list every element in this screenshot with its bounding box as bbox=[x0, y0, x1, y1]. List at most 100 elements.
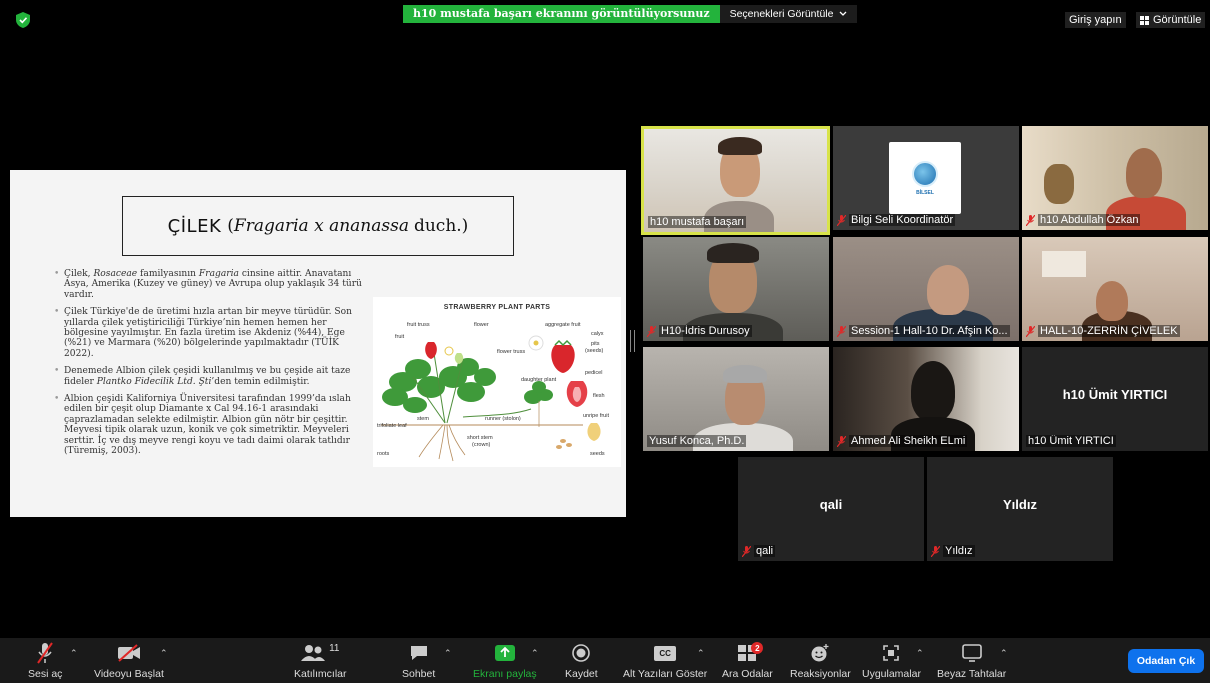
record-label: Kaydet bbox=[565, 668, 598, 680]
participant-center-name: Yıldız bbox=[1003, 497, 1037, 512]
bullet-albion-seedlings: Denemede Albion çilek çeşidi kullanılmış… bbox=[54, 366, 370, 387]
participants-button[interactable]: 11 Katılımcılar bbox=[294, 640, 347, 681]
whiteboards-button[interactable]: Beyaz Tahtalar bbox=[937, 640, 1006, 680]
label-unripe-fruit: unripe fruit bbox=[583, 413, 609, 419]
slide-title: ÇİLEK ( Fragaria x ananassa duch.) bbox=[122, 196, 514, 256]
mic-muted-icon bbox=[837, 325, 846, 337]
label-pedicel: pedicel bbox=[585, 370, 603, 376]
shared-screen-slide: ÇİLEK ( Fragaria x ananassa duch.) Çilek… bbox=[10, 170, 626, 517]
video-off-icon bbox=[117, 644, 140, 662]
security-shield-icon[interactable] bbox=[16, 12, 30, 28]
bilsel-logo: BİLSEL bbox=[889, 142, 961, 214]
video-tile-participant-11[interactable]: Yıldız Yıldız bbox=[927, 457, 1113, 561]
label-fruit: fruit bbox=[395, 334, 405, 340]
mic-muted-icon bbox=[1026, 325, 1035, 337]
start-video-label: Videoyu Başlat bbox=[94, 668, 164, 680]
share-screen-label: Ekranı paylaş bbox=[473, 668, 537, 680]
participant-center-name: qali bbox=[819, 497, 843, 512]
participant-name-label: qali bbox=[742, 545, 776, 557]
label-stem: stem bbox=[417, 416, 429, 422]
mic-muted-icon bbox=[837, 435, 846, 447]
show-captions-label: Alt Yazıları Göster bbox=[623, 668, 708, 680]
label-calyx: calyx bbox=[591, 331, 604, 337]
chat-options-chevron-icon[interactable]: ⌃ bbox=[444, 648, 452, 659]
record-icon bbox=[572, 644, 591, 662]
label-short-stem: short stem bbox=[467, 435, 493, 441]
share-screen-icon bbox=[494, 645, 515, 661]
record-button[interactable]: Kaydet bbox=[565, 640, 598, 680]
participant-name-label: h10 mustafa başarı bbox=[648, 216, 747, 228]
screen-share-banner: h10 mustafa başarı ekranını görüntülüyor… bbox=[403, 5, 858, 23]
slide-bullets: Çilek, Rosaceae familyasının Fragaria ci… bbox=[54, 269, 370, 464]
label-seeds: seeds bbox=[590, 451, 605, 457]
split-view-resize-handle[interactable] bbox=[630, 330, 635, 352]
participants-label: Katılımcılar bbox=[294, 668, 347, 680]
sign-in-button[interactable]: Giriş yapın bbox=[1065, 12, 1126, 28]
participant-name-label: Yusuf Konca, Ph.D. bbox=[647, 435, 747, 447]
audio-options-chevron-icon[interactable]: ⌃ bbox=[70, 648, 78, 659]
video-options-chevron-icon[interactable]: ⌃ bbox=[160, 648, 168, 659]
breakout-rooms-label: Ara Odalar bbox=[722, 668, 773, 680]
video-tile-participant-2[interactable]: BİLSEL Bilgi Seli Koordinatör bbox=[833, 126, 1019, 230]
share-banner-text: h10 mustafa başarı ekranını görüntülüyor… bbox=[403, 5, 720, 23]
label-runner: runner (stolon) bbox=[485, 416, 521, 422]
video-tile-participant-5[interactable]: Session-1 Hall-10 Dr. Afşin Ko... bbox=[833, 237, 1019, 341]
video-tile-participant-8[interactable]: Ahmed Ali Sheikh ELmi bbox=[833, 347, 1019, 451]
participants-icon bbox=[301, 645, 326, 661]
chat-label: Sohbet bbox=[402, 668, 436, 680]
reactions-label: Reaksiyonlar bbox=[790, 668, 851, 680]
strawberry-plant-diagram: STRAWBERRY PLANT PARTS fruit truss flowe… bbox=[373, 297, 621, 467]
view-button[interactable]: Görüntüle bbox=[1136, 12, 1206, 28]
apps-icon bbox=[883, 645, 900, 661]
breakout-rooms-button[interactable]: 2 Ara Odalar bbox=[722, 640, 773, 680]
share-screen-button[interactable]: Ekranı paylaş bbox=[473, 640, 537, 680]
reactions-button[interactable]: Reaksiyonlar bbox=[790, 640, 851, 680]
apps-button[interactable]: Uygulamalar bbox=[862, 640, 921, 680]
participant-name-label: H10-İdris Durusoy bbox=[647, 325, 752, 337]
start-video-button[interactable]: Videoyu Başlat bbox=[94, 640, 164, 680]
label-daughter-plant: daughter plant bbox=[521, 377, 557, 383]
view-options-button[interactable]: Seçenekleri Görüntüle bbox=[719, 5, 858, 23]
leave-meeting-button[interactable]: Odadan Çık bbox=[1128, 649, 1204, 673]
meeting-toolbar: Sesi aç ⌃ Videoyu Başlat ⌃ 11 Katılımcıl… bbox=[0, 638, 1210, 683]
slide-title-word: ÇİLEK bbox=[167, 215, 222, 237]
participant-name-label: h10 Ümit YIRTICI bbox=[1026, 435, 1116, 447]
unmute-button[interactable]: Sesi aç bbox=[28, 640, 62, 680]
captions-options-chevron-icon[interactable]: ⌃ bbox=[697, 648, 705, 659]
video-tile-participant-10[interactable]: qali qali bbox=[738, 457, 924, 561]
closed-captions-icon: CC bbox=[654, 645, 677, 661]
bullet-origin: Çilek, Rosaceae familyasının Fragaria ci… bbox=[54, 269, 370, 300]
slide-title-paren: ( bbox=[227, 216, 234, 236]
label-roots: roots bbox=[377, 451, 390, 457]
apps-options-chevron-icon[interactable]: ⌃ bbox=[916, 648, 924, 659]
mic-muted-icon bbox=[931, 545, 940, 557]
video-tile-participant-1[interactable]: h10 mustafa başarı bbox=[641, 126, 830, 235]
slide-title-species: Fragaria x ananassa bbox=[233, 216, 409, 236]
mic-muted-icon bbox=[837, 214, 846, 226]
label-fruit-truss: fruit truss bbox=[407, 322, 430, 328]
participant-name-label: HALL-10-ZERRİN ÇİVELEK bbox=[1026, 325, 1180, 337]
video-tile-participant-4[interactable]: H10-İdris Durusoy bbox=[643, 237, 829, 341]
video-tile-participant-6[interactable]: HALL-10-ZERRİN ÇİVELEK bbox=[1022, 237, 1208, 341]
bullet-albion-variety: Albion çeşidi Kaliforniya Üniversitesi t… bbox=[54, 394, 370, 456]
unmute-label: Sesi aç bbox=[28, 668, 63, 680]
participant-name-label: Ahmed Ali Sheikh ELmi bbox=[837, 435, 968, 447]
share-options-chevron-icon[interactable]: ⌃ bbox=[531, 648, 539, 659]
video-tile-participant-3[interactable]: h10 Abdullah Özkan bbox=[1022, 126, 1208, 230]
label-aggregate-fruit: aggregate fruit bbox=[545, 322, 581, 328]
bullet-turkey-production: Çilek Türkiye'de de üretimi hızla artan … bbox=[54, 307, 370, 359]
show-captions-button[interactable]: CC Alt Yazıları Göster bbox=[623, 640, 707, 680]
video-tile-participant-9[interactable]: h10 Ümit YIRTICI h10 Ümit YIRTICI bbox=[1022, 347, 1208, 451]
apps-label: Uygulamalar bbox=[862, 668, 921, 680]
chat-button[interactable]: Sohbet bbox=[402, 640, 435, 680]
slide-title-author: duch.) bbox=[413, 216, 469, 236]
label-flesh: flesh bbox=[593, 393, 605, 399]
breakout-rooms-badge: 2 bbox=[751, 642, 764, 654]
whiteboards-options-chevron-icon[interactable]: ⌃ bbox=[1000, 648, 1008, 659]
mic-muted-icon bbox=[37, 642, 54, 664]
chevron-down-icon bbox=[840, 11, 847, 16]
participant-name-label: Session-1 Hall-10 Dr. Afşin Ko... bbox=[837, 325, 1010, 337]
participants-count: 11 bbox=[329, 642, 340, 654]
video-tile-participant-7[interactable]: Yusuf Konca, Ph.D. bbox=[643, 347, 829, 451]
participant-center-name: h10 Ümit YIRTICI bbox=[1062, 387, 1168, 402]
